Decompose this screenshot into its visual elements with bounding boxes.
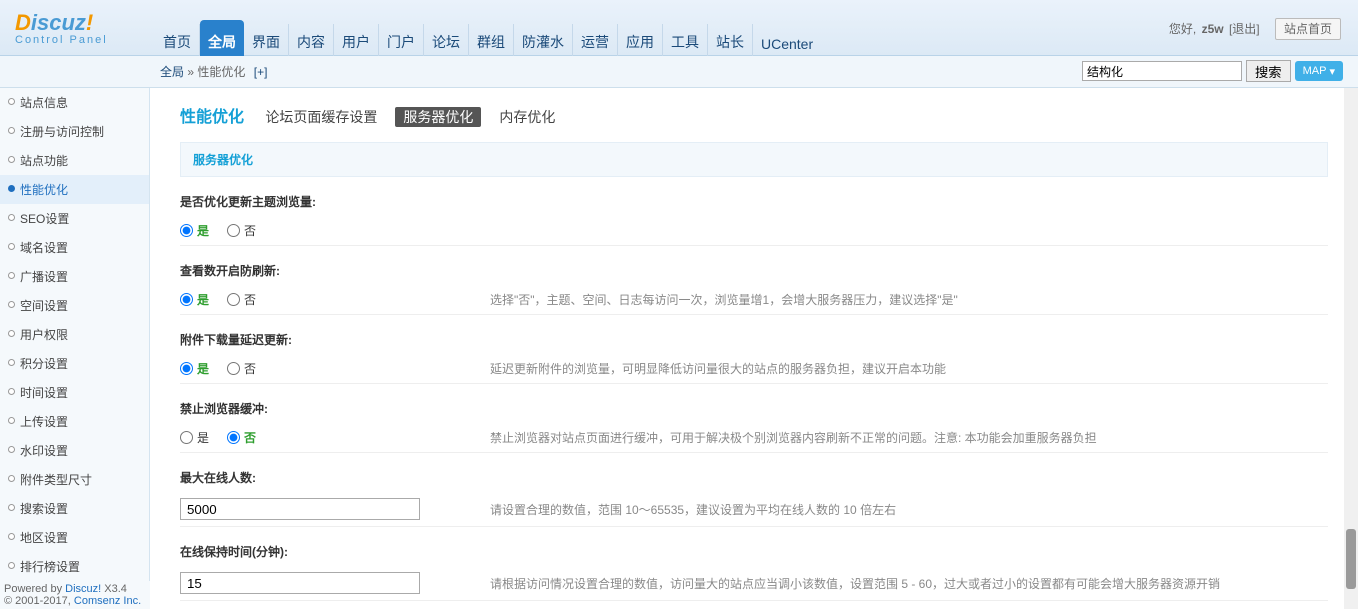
sub-tab[interactable]: 论坛页面缓存设置 — [265, 109, 377, 125]
online-hold-input[interactable] — [180, 572, 420, 594]
topnav-item[interactable]: 应用 — [618, 24, 663, 60]
topnav-item[interactable]: 全局 — [200, 20, 244, 60]
sidebar-item[interactable]: 站点功能 — [0, 146, 149, 175]
sidebar-item[interactable]: 地区设置 — [0, 523, 149, 552]
sub-tab[interactable]: 服务器优化 — [395, 107, 481, 127]
footer: Powered by Discuz! X3.4 © 2001-2017, Com… — [0, 581, 150, 609]
topnav-item[interactable]: 站长 — [708, 24, 753, 60]
radio-yes[interactable]: 是 — [180, 429, 209, 446]
topnav-item[interactable]: 运营 — [573, 24, 618, 60]
field-max-online: 最大在线人数 请设置合理的数值，范围 10～65535，建议设置为平均在线人数的… — [180, 463, 1328, 527]
sidebar-item[interactable]: 注册与访问控制 — [0, 117, 149, 146]
radio-yes[interactable]: 是 — [180, 222, 209, 239]
topnav-item[interactable]: 门户 — [379, 24, 424, 60]
scrollbar-thumb[interactable] — [1346, 529, 1356, 589]
sub-tabs: 性能优化 论坛页面缓存设置 服务器优化 内存优化 — [180, 103, 1328, 127]
sidebar-item[interactable]: 时间设置 — [0, 378, 149, 407]
topnav-item[interactable]: 用户 — [334, 24, 379, 60]
radio-no[interactable]: 否 — [227, 291, 256, 308]
radio-yes[interactable]: 是 — [180, 291, 209, 308]
topnav-item[interactable]: 内容 — [289, 24, 334, 60]
comsenz-link[interactable]: Comsenz Inc. — [74, 595, 141, 607]
sidebar-item[interactable]: SEO设置 — [0, 204, 149, 233]
field-disable-browser-cache: 禁止浏览器缓冲 是 否 禁止浏览器对站点页面进行缓冲，可用于解决极个别浏览器内容… — [180, 394, 1328, 453]
radio-no[interactable]: 否 — [227, 360, 256, 377]
sidebar-item[interactable]: 用户权限 — [0, 320, 149, 349]
map-button[interactable]: MAP▾ — [1295, 61, 1343, 81]
content-area: 性能优化 论坛页面缓存设置服务器优化内存优化 服务器优化 是否优化更新主题浏览量… — [150, 88, 1358, 609]
sidebar-item[interactable]: 广播设置 — [0, 262, 149, 291]
user-area: 您好, z5w [退出] 站点首页 — [1167, 20, 1343, 37]
field-online-hold-minutes: 在线保持时间(分钟) 请根据访问情况设置合理的数值，访问量大的站点应当调小该数值… — [180, 537, 1328, 601]
scrollbar[interactable] — [1344, 88, 1358, 609]
field-anti-refresh: 查看数开启防刷新 是 否 选择"否"，主题、空间、日志每访问一次，浏览量增1，会… — [180, 256, 1328, 315]
radio-yes[interactable]: 是 — [180, 360, 209, 377]
sidebar-item[interactable]: 搜索设置 — [0, 494, 149, 523]
sidebar-item[interactable]: 积分设置 — [0, 349, 149, 378]
logout-link[interactable]: [退出] — [1229, 22, 1260, 36]
top-nav: 首页全局界面内容用户门户论坛群组防灌水运营应用工具站长UCenter — [155, 20, 821, 60]
sub-tab[interactable]: 内存优化 — [499, 109, 555, 125]
section-header: 服务器优化 — [180, 142, 1328, 177]
username: z5w — [1202, 22, 1224, 36]
breadcrumb: 全局 » 性能优化 [+] — [160, 65, 267, 79]
sidebar: 站点信息注册与访问控制站点功能性能优化SEO设置域名设置广播设置空间设置用户权限… — [0, 88, 150, 609]
sidebar-item[interactable]: 附件类型尺寸 — [0, 465, 149, 494]
sidebar-item[interactable]: 站点信息 — [0, 88, 149, 117]
sidebar-item[interactable]: 性能优化 — [0, 175, 149, 204]
topnav-item[interactable]: 工具 — [663, 24, 708, 60]
max-online-input[interactable] — [180, 498, 420, 520]
radio-no[interactable]: 否 — [227, 429, 256, 446]
breadcrumb-expand[interactable]: [+] — [254, 65, 268, 79]
logo: Discuz! Control Panel — [15, 10, 108, 46]
search-input[interactable] — [1082, 61, 1242, 81]
topnav-item[interactable]: 首页 — [155, 24, 200, 60]
topnav-item[interactable]: 防灌水 — [514, 24, 573, 60]
site-home-button[interactable]: 站点首页 — [1275, 18, 1341, 40]
topnav-item[interactable]: 论坛 — [424, 24, 469, 60]
sidebar-item[interactable]: 上传设置 — [0, 407, 149, 436]
sidebar-item[interactable]: 水印设置 — [0, 436, 149, 465]
field-delay-download-count: 附件下载量延迟更新 是 否 延迟更新附件的浏览量，可明显降低访问量很大的站点的服… — [180, 325, 1328, 384]
sidebar-item[interactable]: 空间设置 — [0, 291, 149, 320]
breadcrumb-root[interactable]: 全局 — [160, 65, 184, 79]
topnav-item[interactable]: 界面 — [244, 24, 289, 60]
field-optimize-views: 是否优化更新主题浏览量 是 否 — [180, 187, 1328, 246]
search-button[interactable]: 搜索 — [1246, 60, 1291, 82]
sidebar-item[interactable]: 排行榜设置 — [0, 552, 149, 581]
sidebar-item[interactable]: 域名设置 — [0, 233, 149, 262]
radio-no[interactable]: 否 — [227, 222, 256, 239]
topnav-item[interactable]: 群组 — [469, 24, 514, 60]
discuz-link[interactable]: Discuz! — [65, 583, 101, 595]
page-title: 性能优化 — [180, 109, 244, 126]
chevron-down-icon: ▾ — [1329, 65, 1335, 78]
breadcrumb-current: 性能优化 — [197, 65, 245, 79]
